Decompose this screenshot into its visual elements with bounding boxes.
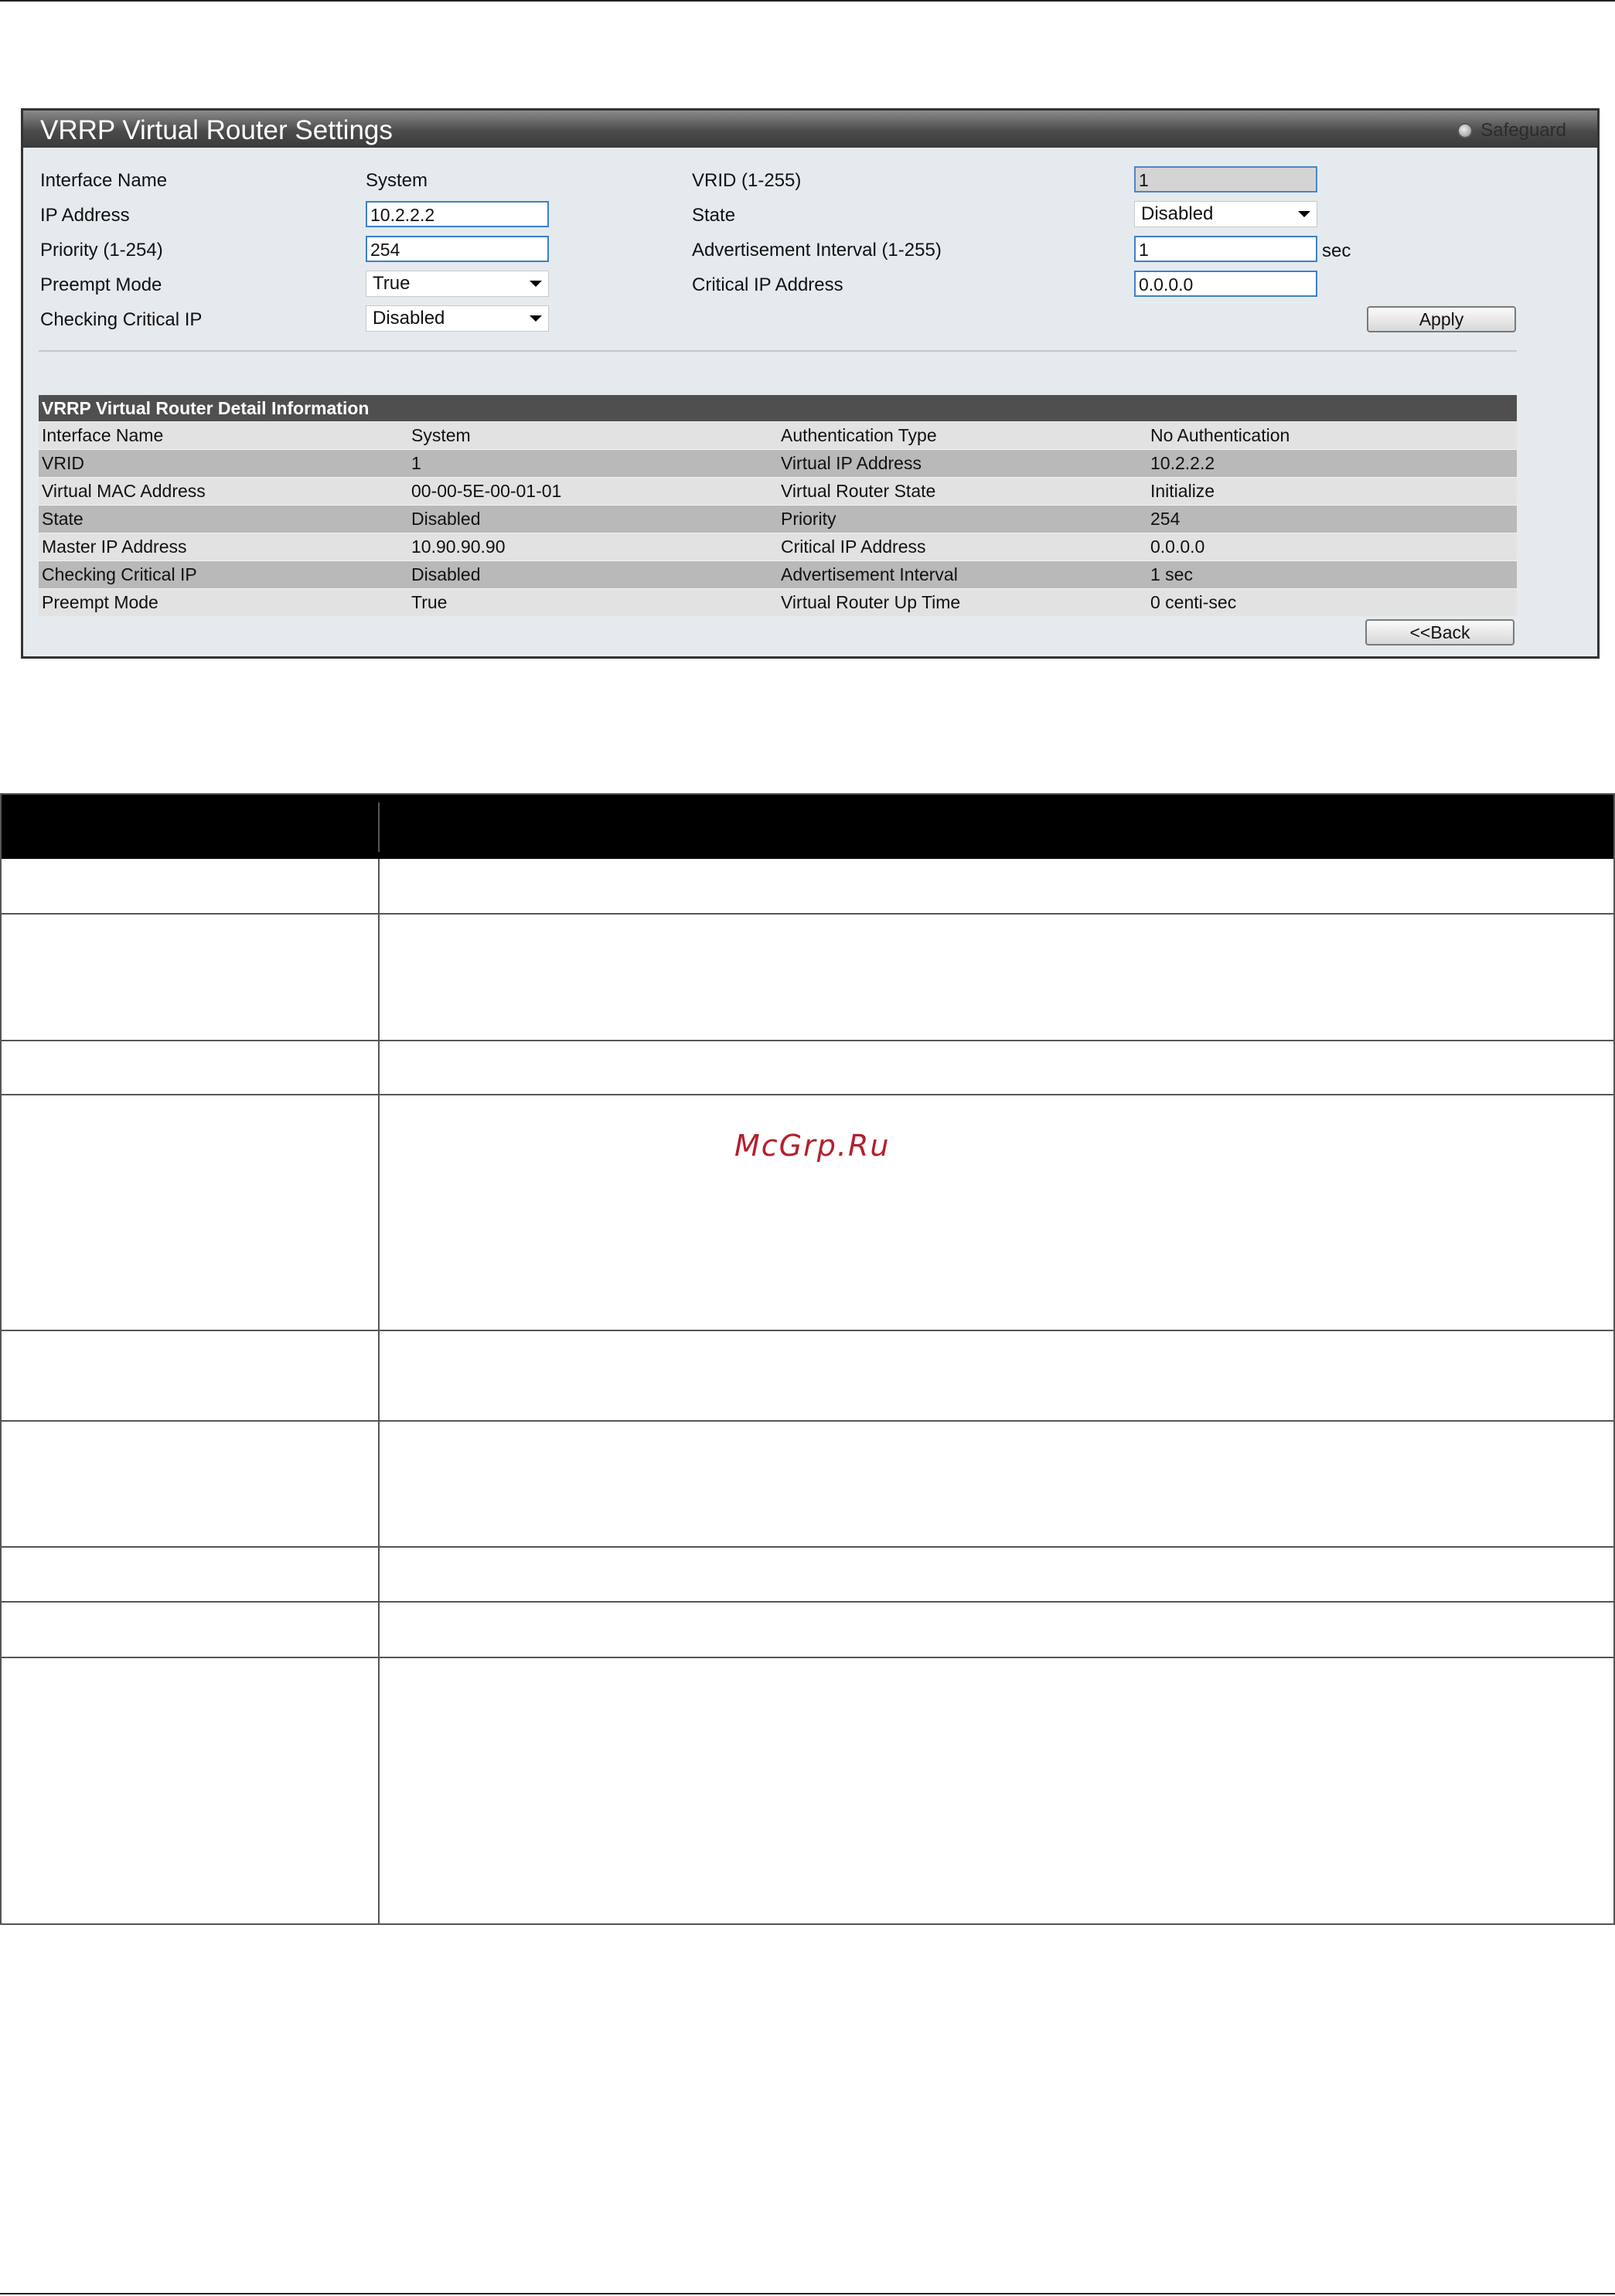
detail-cell: 00-00-5E-00-01-01 bbox=[408, 477, 778, 505]
apply-button[interactable]: Apply bbox=[1367, 306, 1516, 332]
detail-cell: 0 centi-sec bbox=[1147, 588, 1517, 616]
safeguard-label: Safeguard bbox=[1480, 120, 1566, 141]
table-row: VRID 1 Virtual IP Address 10.2.2.2 bbox=[39, 449, 1517, 477]
row-divider bbox=[2, 913, 1613, 915]
state-select[interactable]: Disabled bbox=[1134, 201, 1317, 227]
detail-cell: Disabled bbox=[408, 505, 778, 533]
detail-cell: 1 sec bbox=[1147, 560, 1517, 588]
detail-cell: Authentication Type bbox=[778, 421, 1147, 449]
detail-cell: Advertisement Interval bbox=[778, 560, 1147, 588]
checking-critical-ip-label: Checking Critical IP bbox=[40, 309, 203, 330]
table-row: State Disabled Priority 254 bbox=[39, 505, 1517, 533]
table-row: Virtual MAC Address 00-00-5E-00-01-01 Vi… bbox=[39, 477, 1517, 505]
critical-ip-input[interactable]: 0.0.0.0 bbox=[1134, 271, 1317, 297]
panel-header: VRRP Virtual Router Settings Safeguard bbox=[23, 111, 1597, 148]
watermark: McGrp.Ru bbox=[734, 1129, 891, 1163]
chevron-down-icon bbox=[1298, 211, 1310, 217]
detail-cell: 254 bbox=[1147, 505, 1517, 533]
row-divider bbox=[2, 1094, 1613, 1095]
detail-cell: Preempt Mode bbox=[39, 588, 408, 616]
row-divider bbox=[2, 1601, 1613, 1603]
detail-cell: 10.2.2.2 bbox=[1147, 449, 1517, 477]
bottom-rule bbox=[0, 2293, 1615, 2294]
detail-cell: State bbox=[39, 505, 408, 533]
detail-cell: Priority bbox=[778, 505, 1147, 533]
column-divider bbox=[378, 859, 380, 1925]
table-row: Checking Critical IP Disabled Advertisem… bbox=[39, 560, 1517, 588]
top-rule bbox=[0, 0, 1615, 2]
detail-cell: True bbox=[408, 588, 778, 616]
detail-cell: Disabled bbox=[408, 560, 778, 588]
table-row: Master IP Address 10.90.90.90 Critical I… bbox=[39, 533, 1517, 560]
vrid-label: VRID (1-255) bbox=[692, 170, 802, 191]
preempt-mode-value: True bbox=[373, 273, 411, 294]
row-divider bbox=[2, 1657, 1613, 1658]
detail-cell: Checking Critical IP bbox=[39, 560, 408, 588]
detail-cell: Virtual MAC Address bbox=[39, 477, 408, 505]
description-table-header bbox=[2, 795, 1613, 859]
ip-address-input[interactable]: 10.2.2.2 bbox=[366, 201, 549, 227]
state-value: Disabled bbox=[1141, 203, 1214, 224]
detail-cell: Interface Name bbox=[39, 421, 408, 449]
row-divider bbox=[2, 1040, 1613, 1041]
header-divider bbox=[378, 802, 380, 852]
section-divider bbox=[39, 350, 1517, 352]
preempt-mode-select[interactable]: True bbox=[366, 271, 549, 297]
detail-cell: Master IP Address bbox=[39, 533, 408, 560]
detail-cell: Virtual IP Address bbox=[778, 449, 1147, 477]
detail-cell: No Authentication bbox=[1147, 421, 1517, 449]
table-row: Interface Name System Authentication Typ… bbox=[39, 421, 1517, 449]
state-label: State bbox=[692, 205, 736, 226]
safeguard-status-icon bbox=[1457, 123, 1474, 138]
checking-critical-ip-value: Disabled bbox=[373, 308, 445, 329]
detail-cell: Initialize bbox=[1147, 477, 1517, 505]
detail-cell: 10.90.90.90 bbox=[408, 533, 778, 560]
advertisement-interval-input[interactable]: 1 bbox=[1134, 236, 1317, 262]
row-divider bbox=[2, 1420, 1613, 1422]
detail-cell: VRID bbox=[39, 449, 408, 477]
back-button[interactable]: <<Back bbox=[1365, 619, 1514, 646]
ip-address-label: IP Address bbox=[40, 205, 130, 226]
preempt-mode-label: Preempt Mode bbox=[40, 274, 162, 295]
table-row: Preempt Mode True Virtual Router Up Time… bbox=[39, 588, 1517, 616]
description-table bbox=[0, 793, 1615, 1925]
detail-title: VRRP Virtual Router Detail Information bbox=[39, 395, 1517, 421]
interface-name-label: Interface Name bbox=[40, 170, 168, 191]
detail-cell: Critical IP Address bbox=[778, 533, 1147, 560]
detail-table: VRRP Virtual Router Detail Information I… bbox=[39, 395, 1517, 616]
checking-critical-ip-select[interactable]: Disabled bbox=[366, 305, 549, 332]
vrid-input: 1 bbox=[1134, 166, 1317, 192]
detail-cell: System bbox=[408, 421, 778, 449]
detail-cell: 1 bbox=[408, 449, 778, 477]
detail-cell: Virtual Router Up Time bbox=[778, 588, 1147, 616]
advertisement-interval-unit: sec bbox=[1322, 240, 1351, 261]
safeguard-indicator[interactable]: Safeguard bbox=[1457, 120, 1566, 141]
vrrp-settings-panel: VRRP Virtual Router Settings Safeguard I… bbox=[21, 108, 1600, 659]
row-divider bbox=[2, 1546, 1613, 1548]
critical-ip-label: Critical IP Address bbox=[692, 274, 843, 295]
priority-label: Priority (1-254) bbox=[40, 240, 163, 261]
interface-name-value: System bbox=[366, 170, 428, 191]
chevron-down-icon bbox=[530, 315, 542, 322]
priority-input[interactable]: 254 bbox=[366, 236, 549, 262]
detail-cell: Virtual Router State bbox=[778, 477, 1147, 505]
row-divider bbox=[2, 1330, 1613, 1331]
advertisement-interval-label: Advertisement Interval (1-255) bbox=[692, 240, 942, 261]
panel-title: VRRP Virtual Router Settings bbox=[40, 115, 393, 145]
detail-cell: 0.0.0.0 bbox=[1147, 533, 1517, 560]
chevron-down-icon bbox=[530, 281, 542, 287]
